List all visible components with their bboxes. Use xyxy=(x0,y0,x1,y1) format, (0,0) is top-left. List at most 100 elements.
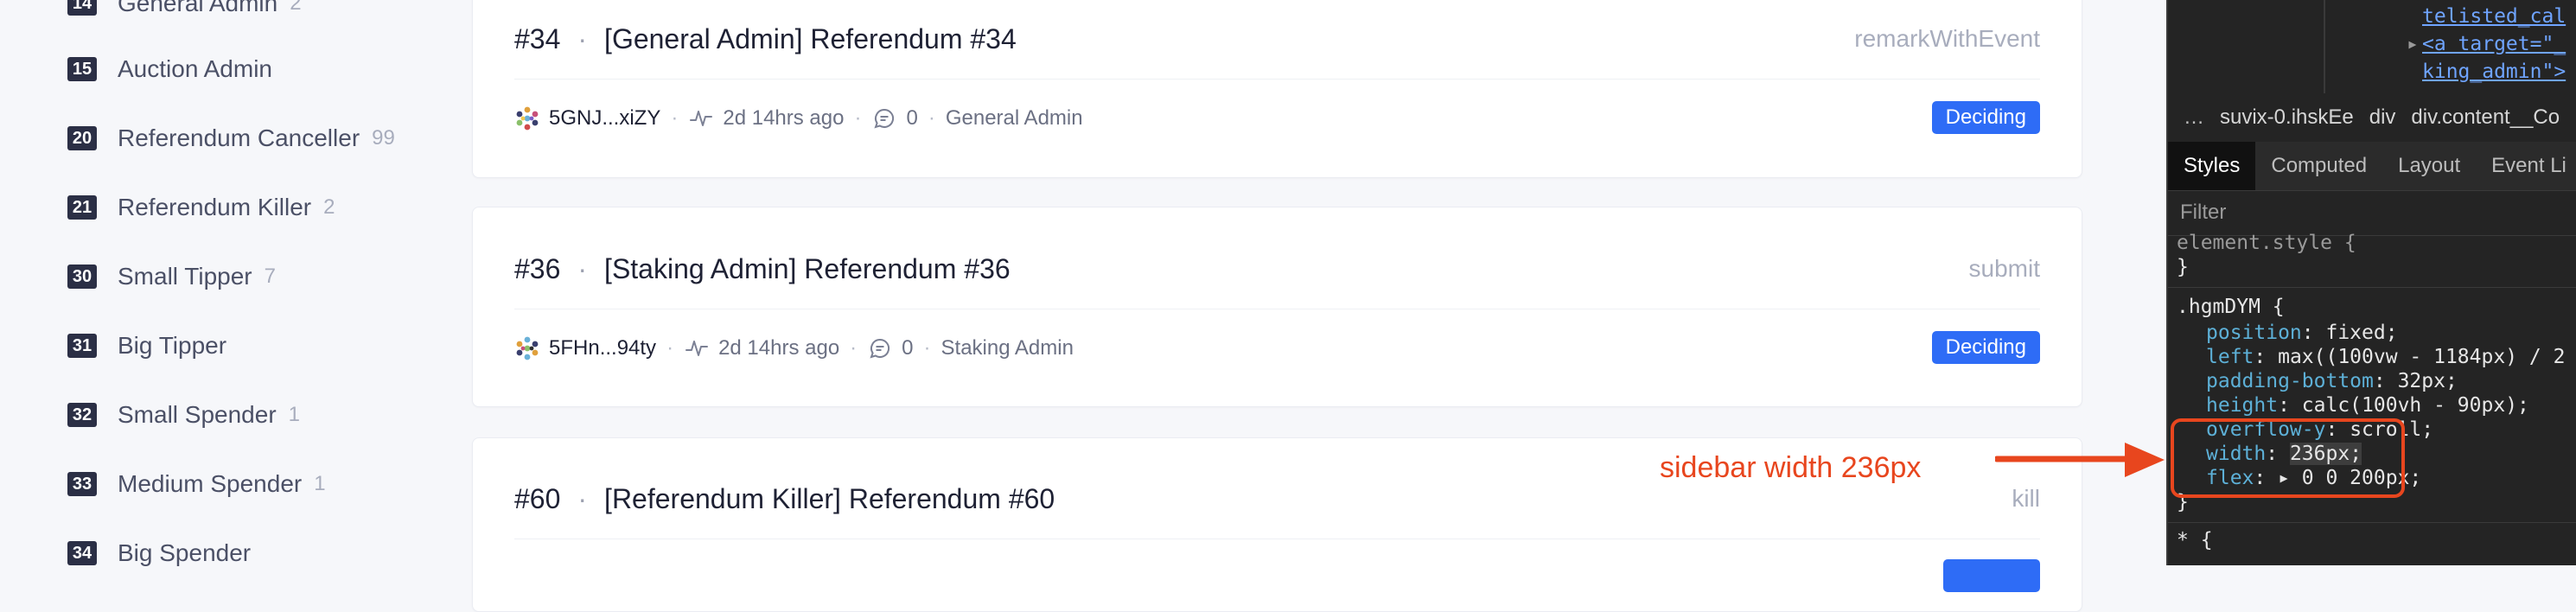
filter-placeholder: Filter xyxy=(2180,201,2227,224)
proposer-address[interactable]: 5GNJ...xiZY xyxy=(549,106,660,131)
track-number-badge: 33 xyxy=(67,472,97,496)
breadcrumb-ellipsis[interactable]: … xyxy=(2184,105,2204,130)
sidebar-item-referendum-killer[interactable]: 21 Referendum Killer 2 xyxy=(67,192,335,223)
referendum-title[interactable]: [Referendum Killer] Referendum #60 xyxy=(604,483,1055,515)
track-count: 99 xyxy=(372,126,395,150)
css-property: padding-bottom xyxy=(2206,370,2374,392)
devtools-divider xyxy=(2324,0,2325,93)
css-declaration[interactable]: left: max((100vw - 1184px) / 2 xyxy=(2206,346,2565,368)
separator-dot: · xyxy=(577,482,588,514)
css-property: left xyxy=(2206,346,2254,368)
dom-breadcrumb: … suvix-0.ihskEe div div.content__Co xyxy=(2168,93,2576,143)
track-name[interactable]: Staking Admin xyxy=(941,336,1074,360)
separator-dot: · xyxy=(577,252,588,284)
card-divider xyxy=(514,79,2040,80)
track-number-badge: 30 xyxy=(67,265,97,289)
referendum-method: submit xyxy=(1968,255,2040,282)
referendum-card[interactable]: #34 · [General Admin] Referendum #34 rem… xyxy=(472,0,2082,178)
activity-icon xyxy=(684,335,710,361)
track-count: 2 xyxy=(323,195,335,219)
sidebar-item-label: General Admin xyxy=(118,0,278,16)
separator-dot: · xyxy=(577,22,588,54)
brace: } xyxy=(2177,256,2189,278)
devtools-tabs: Styles Computed Layout Event Li xyxy=(2168,142,2576,191)
dom-node-text[interactable]: king_admin"> xyxy=(2422,61,2566,83)
track-number-badge: 21 xyxy=(67,195,97,220)
css-property: height xyxy=(2206,394,2279,417)
tab-styles[interactable]: Styles xyxy=(2168,142,2256,190)
comment-count: 0 xyxy=(906,106,918,130)
referendum-title-row[interactable]: #34 · [General Admin] Referendum #34 xyxy=(514,13,1017,65)
css-rule-selector[interactable]: * { xyxy=(2177,529,2213,551)
separator-dot: · xyxy=(923,336,931,360)
annotation-label: sidebar width 236px xyxy=(1660,451,1922,484)
css-declaration[interactable]: position: fixed; xyxy=(2206,322,2398,344)
track-count: 2 xyxy=(290,0,302,15)
rule-divider xyxy=(2168,287,2576,288)
track-count: 1 xyxy=(288,403,301,426)
element-style-selector[interactable]: element.style { xyxy=(2177,232,2356,254)
sidebar-item-small-spender[interactable]: 32 Small Spender 1 xyxy=(67,399,300,430)
annotation-arrow-icon xyxy=(1995,443,2165,477)
referendum-title-row[interactable]: #60 · [Referendum Killer] Referendum #60 xyxy=(514,473,1055,525)
status-badge xyxy=(1943,559,2040,592)
track-number-badge: 14 xyxy=(67,0,97,16)
track-count: 7 xyxy=(264,265,276,288)
annotation-highlight-box xyxy=(2171,418,2405,498)
separator-dot: · xyxy=(850,336,858,360)
activity-icon xyxy=(688,105,714,131)
proposer-address[interactable]: 5FHn...94ty xyxy=(549,336,656,360)
identicon-avatar xyxy=(514,335,540,361)
css-value: calc(100vh - 90px); xyxy=(2301,394,2529,417)
expand-triangle-icon[interactable]: ▸ xyxy=(2407,33,2419,55)
dom-node-text[interactable]: telisted_cal xyxy=(2422,5,2566,28)
sidebar-item-label: Small Tipper xyxy=(118,263,252,290)
breadcrumb-item[interactable]: div.content__Co xyxy=(2411,105,2560,130)
referendum-method: remarkWithEvent xyxy=(1854,25,2040,52)
sidebar-item-big-spender[interactable]: 34 Big Spender xyxy=(67,538,263,569)
referendum-card[interactable]: #36 · [Staking Admin] Referendum #36 sub… xyxy=(472,207,2082,407)
referendum-index: #60 xyxy=(514,482,561,514)
separator-dot: · xyxy=(854,106,862,130)
sidebar-item-big-tipper[interactable]: 31 Big Tipper xyxy=(67,330,239,361)
separator-dot: · xyxy=(666,336,674,360)
sidebar-item-label: Medium Spender xyxy=(118,470,303,497)
status-badge: Deciding xyxy=(1931,331,2040,364)
css-value: max((100vw - 1184px) / 2 xyxy=(2278,346,2566,368)
sidebar-item-label: Referendum Canceller xyxy=(118,124,360,151)
breadcrumb-item[interactable]: suvix-0.ihskEe xyxy=(2220,105,2354,130)
css-declaration[interactable]: height: calc(100vh - 90px); xyxy=(2206,394,2529,417)
sidebar-item-referendum-canceller[interactable]: 20 Referendum Canceller 99 xyxy=(67,123,395,154)
sidebar-item-label: Big Spender xyxy=(118,539,252,566)
css-value: fixed; xyxy=(2325,322,2398,344)
breadcrumb-item[interactable]: div xyxy=(2369,105,2396,130)
track-name[interactable]: General Admin xyxy=(946,106,1083,131)
referendum-index: #34 xyxy=(514,22,561,54)
css-property: position xyxy=(2206,322,2302,344)
referendum-meta: 5GNJ...xiZY · 2d 14hrs ago · 0 · General… xyxy=(514,101,1083,136)
tab-computed[interactable]: Computed xyxy=(2255,142,2382,190)
css-declaration[interactable]: padding-bottom: 32px; xyxy=(2206,370,2458,392)
sidebar-item-small-tipper[interactable]: 30 Small Tipper 7 xyxy=(67,261,276,292)
separator-dot: · xyxy=(928,106,935,130)
sidebar-item-auction-admin[interactable]: 15 Auction Admin xyxy=(67,54,284,85)
sidebar-item-medium-spender[interactable]: 33 Medium Spender 1 xyxy=(67,469,326,500)
dom-node-tag[interactable]: <a target="_ xyxy=(2422,33,2566,55)
referendum-title-row[interactable]: #36 · [Staking Admin] Referendum #36 xyxy=(514,243,1011,295)
updated-time: 2d 14hrs ago xyxy=(723,106,845,130)
referendum-title[interactable]: [General Admin] Referendum #34 xyxy=(604,23,1017,55)
referendum-method: kill xyxy=(2012,485,2040,512)
css-rule-selector[interactable]: .hgmDYM { xyxy=(2177,296,2285,318)
rule-divider xyxy=(2168,522,2576,523)
separator-dot: · xyxy=(671,106,679,130)
referendum-title[interactable]: [Staking Admin] Referendum #36 xyxy=(604,253,1011,285)
comment-count: 0 xyxy=(902,336,914,360)
sidebar-item-general-admin[interactable]: 14 General Admin 2 xyxy=(67,0,302,19)
comment-icon xyxy=(871,105,897,131)
referendum-meta: 5FHn...94ty · 2d 14hrs ago · 0 · Staking… xyxy=(514,331,1074,366)
css-value: 32px; xyxy=(2397,370,2458,392)
track-number-badge: 20 xyxy=(67,126,97,150)
tab-layout[interactable]: Layout xyxy=(2382,142,2476,190)
tab-event-listeners[interactable]: Event Li xyxy=(2476,142,2576,190)
styles-filter-input[interactable]: Filter xyxy=(2168,190,2576,236)
